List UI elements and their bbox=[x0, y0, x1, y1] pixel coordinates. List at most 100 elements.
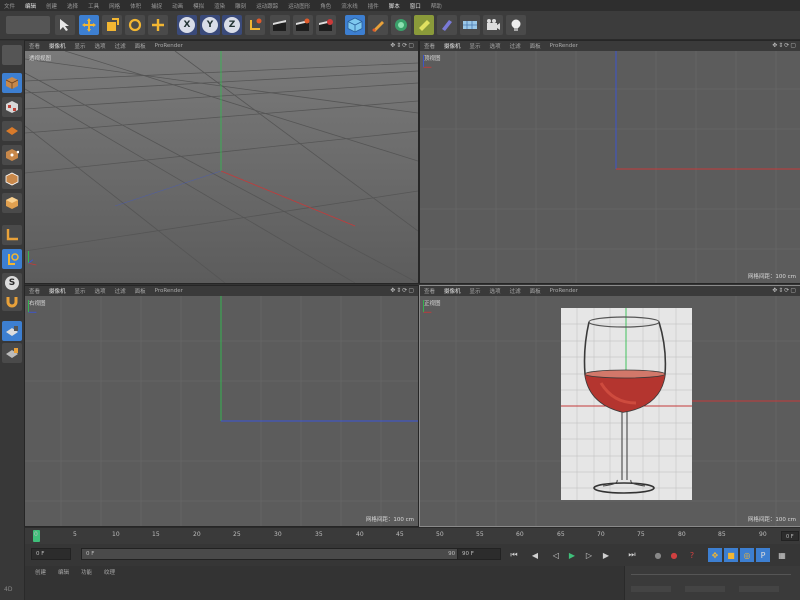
menu-edit[interactable]: 编辑 bbox=[25, 2, 36, 10]
current-frame-readout[interactable]: 0 F bbox=[781, 531, 799, 541]
pen-spline-icon[interactable] bbox=[368, 15, 388, 35]
function-menu[interactable]: 功能 bbox=[81, 568, 92, 576]
viewport-nav-icons[interactable]: ✥⇕⟳▢ bbox=[390, 42, 415, 49]
wine-glass-reference-image[interactable] bbox=[561, 308, 692, 500]
texture-menu[interactable]: 纹理 bbox=[104, 568, 115, 576]
filter-menu[interactable]: 过滤 bbox=[115, 287, 126, 295]
prorender-menu[interactable]: ProRender bbox=[550, 43, 578, 49]
menu-render[interactable]: 渲染 bbox=[214, 2, 225, 10]
display-menu[interactable]: 显示 bbox=[75, 287, 86, 295]
menu-pipeline[interactable]: 流水线 bbox=[341, 2, 358, 10]
key-scale-icon[interactable]: ■ bbox=[724, 548, 738, 562]
viewport-right[interactable]: 查看 摄像机 显示 选项 过滤 面板 ProRender ✥⇕⟳▢ 右视图 网格… bbox=[24, 285, 419, 527]
keyframe-selection-icon[interactable]: ? bbox=[685, 548, 699, 562]
filter-menu[interactable]: 过滤 bbox=[115, 42, 126, 50]
workplane-lock-icon[interactable] bbox=[2, 321, 22, 341]
panel-menu[interactable]: 面板 bbox=[530, 287, 541, 295]
deformer-icon[interactable] bbox=[437, 15, 457, 35]
menu-volume[interactable]: 体积 bbox=[130, 2, 141, 10]
panel-menu[interactable]: 面板 bbox=[530, 42, 541, 50]
next-key-icon[interactable]: ▶ bbox=[599, 548, 613, 562]
grid-workplane-icon[interactable] bbox=[2, 343, 22, 363]
render-settings-icon[interactable] bbox=[316, 15, 336, 35]
viewport-top[interactable]: 查看 摄像机 显示 选项 过滤 面板 ProRender ✥⇕⟳▢ 顶视图 网格… bbox=[419, 40, 800, 284]
record-active-icon[interactable]: ● bbox=[651, 548, 665, 562]
z-axis-lock-button[interactable]: Z bbox=[222, 15, 242, 35]
end-frame-field[interactable]: 90 F bbox=[457, 548, 501, 560]
prorender-menu[interactable]: ProRender bbox=[550, 288, 578, 294]
coordinate-system-icon[interactable] bbox=[245, 15, 265, 35]
camera-object-icon[interactable] bbox=[483, 15, 503, 35]
magnet-snap-icon[interactable] bbox=[2, 291, 22, 311]
make-editable-icon[interactable] bbox=[2, 45, 22, 65]
menu-select[interactable]: 选择 bbox=[67, 2, 78, 10]
cameras-menu[interactable]: 摄像机 bbox=[49, 287, 66, 295]
go-to-start-icon[interactable]: ⏮ bbox=[507, 548, 521, 562]
filter-menu[interactable]: 过滤 bbox=[510, 42, 521, 50]
model-mode-icon[interactable] bbox=[2, 73, 22, 93]
frame-range-slider[interactable]: 0 F 90 F bbox=[81, 548, 465, 560]
cameras-menu[interactable]: 摄像机 bbox=[49, 42, 66, 50]
polygons-mode-icon[interactable] bbox=[2, 193, 22, 213]
render-view-icon[interactable] bbox=[270, 15, 290, 35]
menu-motion-tracking[interactable]: 运动跟踪 bbox=[256, 2, 278, 10]
undo-redo-area[interactable] bbox=[6, 16, 50, 34]
texture-mode-icon[interactable] bbox=[2, 97, 22, 117]
floor-environment-icon[interactable] bbox=[460, 15, 480, 35]
options-menu[interactable]: 选项 bbox=[490, 287, 501, 295]
y-axis-lock-button[interactable]: Y bbox=[200, 15, 220, 35]
render-to-picture-viewer-icon[interactable] bbox=[293, 15, 313, 35]
live-selection-icon[interactable] bbox=[55, 15, 75, 35]
prorender-menu[interactable]: ProRender bbox=[155, 288, 183, 294]
menu-simulate[interactable]: 模拟 bbox=[193, 2, 204, 10]
add-tool-icon[interactable] bbox=[148, 15, 168, 35]
viewport-nav-icons[interactable]: ✥⇕⟳▢ bbox=[390, 287, 415, 294]
edit-menu[interactable]: 编辑 bbox=[58, 568, 69, 576]
x-axis-lock-button[interactable]: X bbox=[177, 15, 197, 35]
cube-object-icon[interactable] bbox=[345, 15, 365, 35]
points-mode-icon[interactable] bbox=[2, 145, 22, 165]
light-object-icon[interactable] bbox=[506, 15, 526, 35]
key-position-icon[interactable]: ✥ bbox=[708, 548, 722, 562]
menu-script[interactable]: 脚本 bbox=[389, 2, 400, 10]
menu-window[interactable]: 窗口 bbox=[410, 2, 421, 10]
menu-mesh[interactable]: 网格 bbox=[109, 2, 120, 10]
rotate-tool-icon[interactable] bbox=[125, 15, 145, 35]
axis-mode-icon[interactable] bbox=[2, 225, 22, 245]
tweak-mode-icon[interactable] bbox=[2, 249, 22, 269]
menu-animate[interactable]: 动画 bbox=[172, 2, 183, 10]
snap-toggle-icon[interactable]: S bbox=[2, 273, 22, 293]
display-menu[interactable]: 显示 bbox=[75, 42, 86, 50]
prorender-menu[interactable]: ProRender bbox=[155, 43, 183, 49]
display-menu[interactable]: 显示 bbox=[470, 42, 481, 50]
go-to-end-icon[interactable]: ⏭ bbox=[625, 548, 639, 562]
menu-tools[interactable]: 工具 bbox=[88, 2, 99, 10]
filter-menu[interactable]: 过滤 bbox=[510, 287, 521, 295]
menu-file[interactable]: 文件 bbox=[4, 2, 15, 10]
viewport-nav-icons[interactable]: ✥⇕⟳▢ bbox=[772, 42, 797, 49]
menu-mograph[interactable]: 运动图形 bbox=[288, 2, 310, 10]
menu-snap[interactable]: 捕捉 bbox=[151, 2, 162, 10]
options-menu[interactable]: 选项 bbox=[95, 287, 106, 295]
menu-create[interactable]: 创建 bbox=[46, 2, 57, 10]
previous-key-icon[interactable]: ◀ bbox=[528, 548, 542, 562]
current-frame-field[interactable]: 0 F bbox=[31, 548, 71, 560]
key-rotation-icon[interactable]: ◎ bbox=[740, 548, 754, 562]
key-parameter-icon[interactable]: P bbox=[756, 548, 770, 562]
cloner-icon[interactable] bbox=[414, 15, 434, 35]
cameras-menu[interactable]: 摄像机 bbox=[444, 42, 461, 50]
menu-sculpt[interactable]: 雕刻 bbox=[235, 2, 246, 10]
create-menu[interactable]: 创建 bbox=[35, 568, 46, 576]
options-menu[interactable]: 选项 bbox=[95, 42, 106, 50]
scale-tool-icon[interactable] bbox=[102, 15, 122, 35]
viewport-perspective[interactable]: 查看 摄像机 显示 选项 过滤 面板 ProRender ✥⇕⟳▢ 透视视图 bbox=[24, 40, 419, 284]
move-tool-icon[interactable] bbox=[79, 15, 99, 35]
view-menu[interactable]: 查看 bbox=[29, 287, 40, 295]
play-icon[interactable]: ▶ bbox=[565, 548, 579, 562]
view-menu[interactable]: 查看 bbox=[424, 42, 435, 50]
autokey-icon[interactable]: ● bbox=[667, 548, 681, 562]
subdivision-surface-icon[interactable] bbox=[391, 15, 411, 35]
panel-menu[interactable]: 面板 bbox=[135, 287, 146, 295]
view-menu[interactable]: 查看 bbox=[424, 287, 435, 295]
menu-help[interactable]: 帮助 bbox=[431, 2, 442, 10]
